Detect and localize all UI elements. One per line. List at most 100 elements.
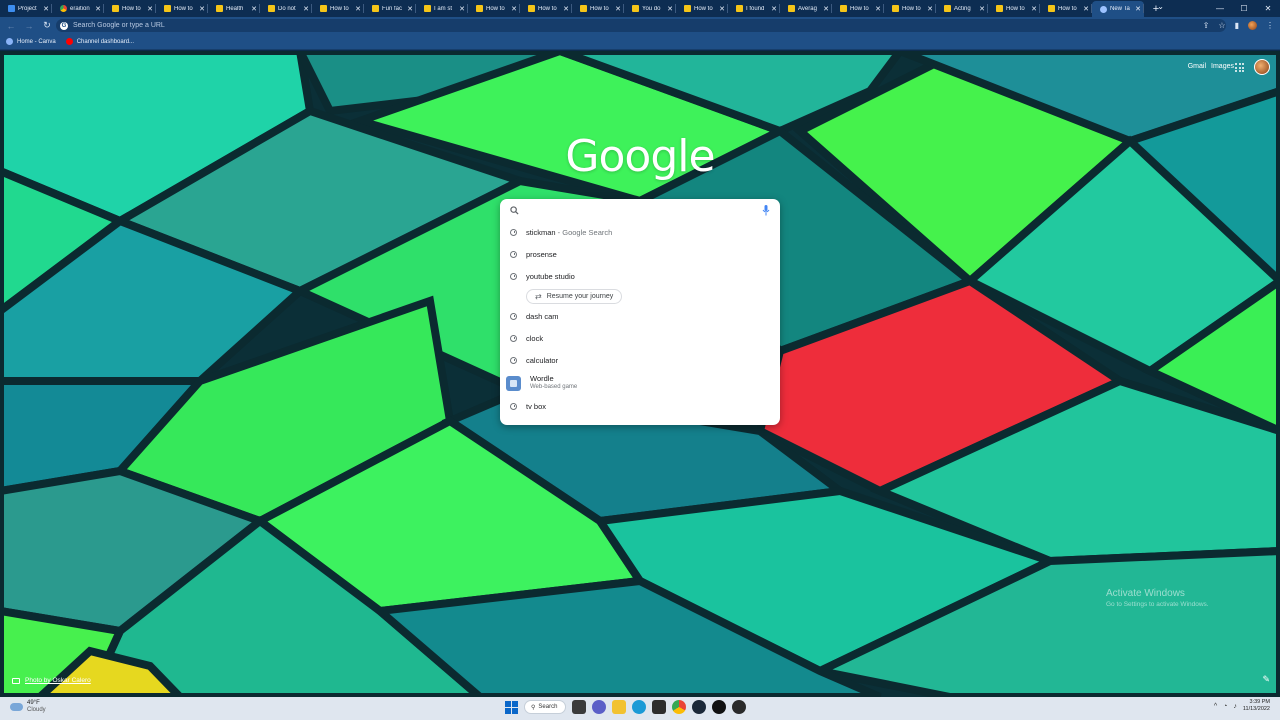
suggestion-item-wordle[interactable]: Wordle Web-based game bbox=[500, 371, 780, 395]
customize-pencil-icon[interactable]: ✎ bbox=[1262, 674, 1270, 685]
browser-tab[interactable]: Acting ✕ bbox=[936, 1, 988, 16]
tab-close-icon[interactable]: ✕ bbox=[719, 5, 725, 13]
maximize-button[interactable]: ☐ bbox=[1232, 0, 1256, 17]
photo-credit[interactable]: Photo by Oskar Calero bbox=[12, 677, 91, 684]
side-panel-icon[interactable]: ▮ bbox=[1235, 21, 1239, 30]
tray-overflow-icon[interactable]: ^ bbox=[1214, 703, 1217, 710]
share-icon[interactable]: ⇪ bbox=[1203, 21, 1210, 30]
tab-close-icon[interactable]: ✕ bbox=[43, 5, 49, 13]
suggestion-item[interactable]: stickman - Google Search bbox=[500, 221, 780, 243]
tab-favicon-icon bbox=[736, 5, 743, 12]
profile-avatar-icon[interactable] bbox=[1248, 21, 1257, 30]
browser-tab[interactable]: I found ✕ bbox=[728, 1, 780, 16]
browser-tab[interactable]: How to ✕ bbox=[104, 1, 156, 16]
browser-tab[interactable]: I am st ✕ bbox=[416, 1, 468, 16]
suggestion-item[interactable]: clock bbox=[500, 327, 780, 349]
reload-button[interactable]: ↻ bbox=[42, 20, 52, 31]
photo-credit-text: Photo by Oskar Calero bbox=[25, 677, 91, 684]
tab-close-icon[interactable]: ✕ bbox=[355, 5, 361, 13]
browser-tab[interactable]: Project ✕ bbox=[0, 1, 52, 16]
browser-tab[interactable]: Averag ✕ bbox=[780, 1, 832, 16]
browser-tab[interactable]: eraition ✕ bbox=[52, 1, 104, 16]
tab-close-icon[interactable]: ✕ bbox=[1135, 5, 1141, 13]
edge-icon[interactable] bbox=[632, 700, 646, 714]
menu-icon[interactable]: ⋮ bbox=[1266, 21, 1274, 30]
toolbar-actions: ⇪ ☆ ▮ ⋮ bbox=[1203, 17, 1274, 34]
tab-close-icon[interactable]: ✕ bbox=[927, 5, 933, 13]
browser-tab[interactable]: How to ✕ bbox=[312, 1, 364, 16]
tab-close-icon[interactable]: ✕ bbox=[1031, 5, 1037, 13]
browser-tab[interactable]: How to ✕ bbox=[832, 1, 884, 16]
tab-close-icon[interactable]: ✕ bbox=[823, 5, 829, 13]
weather-widget[interactable]: 49°F Cloudy bbox=[10, 700, 46, 714]
back-button[interactable]: ← bbox=[6, 21, 16, 31]
tab-label: Health bbox=[226, 5, 244, 12]
minimize-button[interactable]: — bbox=[1208, 0, 1232, 17]
browser-tab[interactable]: Health ✕ bbox=[208, 1, 260, 16]
browser-tab[interactable]: How to ✕ bbox=[988, 1, 1040, 16]
gmail-link[interactable]: Gmail bbox=[1188, 63, 1206, 70]
search-input[interactable] bbox=[500, 199, 780, 221]
bookmark-home-canva[interactable]: Home - Canva bbox=[6, 38, 56, 45]
app-icon[interactable] bbox=[732, 700, 746, 714]
tab-close-icon[interactable]: ✕ bbox=[875, 5, 881, 13]
tab-close-icon[interactable]: ✕ bbox=[615, 5, 621, 13]
tab-close-icon[interactable]: ✕ bbox=[771, 5, 777, 13]
store-icon[interactable] bbox=[652, 700, 666, 714]
close-window-button[interactable]: ✕ bbox=[1256, 0, 1280, 17]
browser-tab[interactable]: How to ✕ bbox=[156, 1, 208, 16]
browser-tab[interactable]: How to ✕ bbox=[884, 1, 936, 16]
browser-tab[interactable]: How to ✕ bbox=[468, 1, 520, 16]
resume-journey-chip[interactable]: ⇄ Resume your journey bbox=[526, 288, 623, 304]
browser-tab[interactable]: Fun fac ✕ bbox=[364, 1, 416, 16]
forward-button[interactable]: → bbox=[24, 21, 34, 31]
tab-favicon-icon bbox=[320, 5, 327, 12]
browser-tab[interactable]: Do not ✕ bbox=[260, 1, 312, 16]
tab-close-icon[interactable]: ✕ bbox=[147, 5, 153, 13]
chat-icon[interactable] bbox=[592, 700, 606, 714]
suggestion-item[interactable]: dash cam bbox=[500, 305, 780, 327]
tab-close-icon[interactable]: ✕ bbox=[251, 5, 257, 13]
browser-tab[interactable]: How to ✕ bbox=[676, 1, 728, 16]
tab-close-icon[interactable]: ✕ bbox=[511, 5, 517, 13]
browser-tab[interactable]: How to ✕ bbox=[1040, 1, 1092, 16]
bookmark-channel-dashboard[interactable]: Channel dashboard... bbox=[65, 38, 134, 45]
suggestion-item[interactable]: tv box bbox=[500, 395, 780, 417]
tab-close-icon[interactable]: ✕ bbox=[407, 5, 413, 13]
tab-close-icon[interactable]: ✕ bbox=[667, 5, 673, 13]
tab-close-icon[interactable]: ✕ bbox=[95, 5, 101, 13]
tiktok-icon[interactable] bbox=[712, 700, 726, 714]
address-bar[interactable]: G Search Google or type a URL bbox=[56, 19, 1226, 32]
volume-icon[interactable]: ♪ bbox=[1233, 703, 1237, 710]
task-view-icon[interactable] bbox=[572, 700, 586, 714]
tab-close-icon[interactable]: ✕ bbox=[459, 5, 465, 13]
suggestion-item[interactable]: calculator bbox=[500, 349, 780, 371]
google-apps-icon[interactable] bbox=[1235, 63, 1244, 72]
browser-tab[interactable]: You do ✕ bbox=[624, 1, 676, 16]
tab-close-icon[interactable]: ✕ bbox=[979, 5, 985, 13]
tab-close-icon[interactable]: ✕ bbox=[303, 5, 309, 13]
network-icon[interactable]: ◔ bbox=[1223, 703, 1227, 710]
steam-icon[interactable] bbox=[692, 700, 706, 714]
suggestion-item[interactable]: youtube studio bbox=[500, 265, 780, 287]
voice-search-icon[interactable] bbox=[762, 205, 770, 216]
taskbar-search[interactable]: ⚲ Search bbox=[524, 700, 566, 714]
tab-close-icon[interactable]: ✕ bbox=[199, 5, 205, 13]
suggestion-item[interactable]: prosense bbox=[500, 243, 780, 265]
chrome-icon[interactable] bbox=[672, 700, 686, 714]
tab-favicon-icon bbox=[60, 5, 67, 12]
tab-label: How to bbox=[174, 5, 193, 12]
bookmark-star-icon[interactable]: ☆ bbox=[1218, 21, 1225, 30]
account-avatar[interactable] bbox=[1254, 59, 1270, 75]
clock[interactable]: 3:39 PM 11/13/2022 bbox=[1243, 699, 1270, 713]
browser-tab[interactable]: New Ta ✕ bbox=[1092, 1, 1144, 17]
tab-close-icon[interactable]: ✕ bbox=[563, 5, 569, 13]
tab-label: How to bbox=[590, 5, 609, 12]
browser-tab[interactable]: How to ✕ bbox=[572, 1, 624, 16]
file-explorer-icon[interactable] bbox=[612, 700, 626, 714]
start-windows-icon[interactable] bbox=[505, 700, 518, 714]
browser-tab[interactable]: How to ✕ bbox=[520, 1, 572, 16]
images-link[interactable]: Images bbox=[1211, 63, 1234, 70]
tab-close-icon[interactable]: ✕ bbox=[1083, 5, 1089, 13]
tab-search-icon[interactable]: ⌄ bbox=[1157, 2, 1164, 11]
